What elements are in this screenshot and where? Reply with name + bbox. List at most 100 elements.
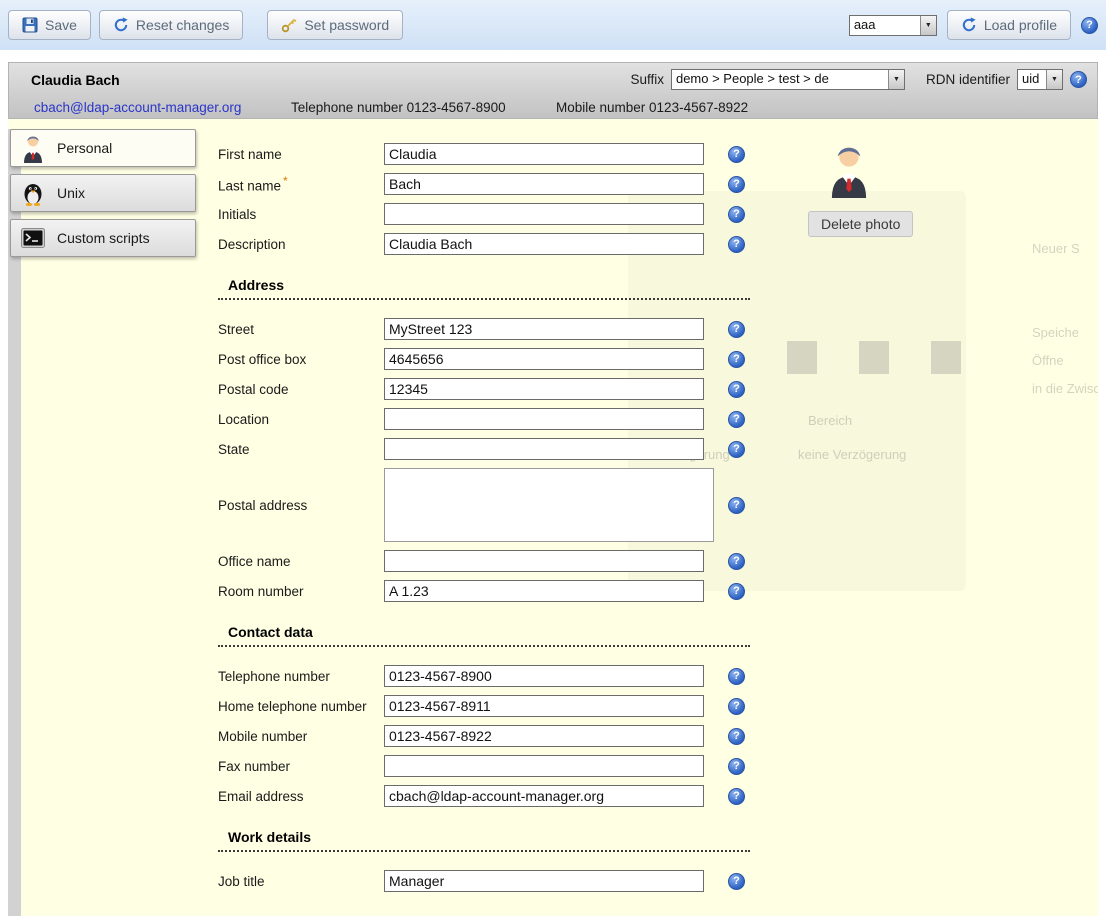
person-icon	[19, 134, 47, 162]
delete-photo-button[interactable]: Delete photo	[808, 211, 913, 237]
field-row: Room number ?	[218, 580, 778, 602]
help-icon[interactable]: ?	[728, 411, 745, 428]
help-icon[interactable]: ?	[728, 351, 745, 368]
field-row: Initials ?	[218, 203, 778, 225]
field-row: Fax number ?	[218, 755, 778, 777]
email-address-input[interactable]	[384, 785, 704, 807]
help-icon[interactable]: ?	[728, 728, 745, 745]
first-name-label: First name	[218, 147, 384, 162]
room-number-label: Room number	[218, 584, 384, 599]
field-row: Mobile number ?	[218, 725, 778, 747]
telephone-input[interactable]	[384, 665, 704, 687]
office-name-input[interactable]	[384, 550, 704, 572]
profile-select-value: aaa	[850, 16, 920, 35]
tab-unix[interactable]: Unix	[10, 174, 196, 212]
set-password-button[interactable]: Set password	[267, 10, 403, 40]
field-row: State ?	[218, 438, 778, 460]
help-icon[interactable]: ?	[728, 583, 745, 600]
home-telephone-input[interactable]	[384, 695, 704, 717]
field-row: Location ?	[218, 408, 778, 430]
description-input[interactable]	[384, 233, 704, 255]
personal-form: First name ? Last name* ? Initials ? Des…	[218, 143, 778, 900]
post-office-box-input[interactable]	[384, 348, 704, 370]
fax-number-input[interactable]	[384, 755, 704, 777]
tab-label: Custom scripts	[57, 230, 150, 246]
email-address-label: Email address	[218, 789, 384, 804]
postal-code-input[interactable]	[384, 378, 704, 400]
tab-custom-scripts[interactable]: Custom scripts	[10, 219, 196, 257]
tux-icon	[19, 179, 47, 207]
suffix-select-value: demo > People > test > de	[672, 70, 888, 89]
header-mobile: Mobile number 0123-4567-8922	[556, 100, 748, 115]
help-icon[interactable]: ?	[728, 321, 745, 338]
work-details-section-title: Work details	[218, 829, 750, 852]
profile-select[interactable]: aaa ▼	[849, 15, 937, 36]
suffix-label: Suffix	[630, 72, 664, 87]
main-content: Bereich Verzögerung keine Verzögerung Hi…	[8, 119, 1098, 916]
post-office-box-label: Post office box	[218, 352, 384, 367]
help-icon[interactable]: ?	[728, 441, 745, 458]
job-title-input[interactable]	[384, 870, 704, 892]
help-icon[interactable]: ?	[728, 236, 745, 253]
chevron-down-icon: ▼	[920, 16, 936, 35]
help-icon[interactable]: ?	[728, 788, 745, 805]
state-input[interactable]	[384, 438, 704, 460]
help-icon[interactable]: ?	[728, 553, 745, 570]
location-label: Location	[218, 412, 384, 427]
page-title: Claudia Bach	[31, 72, 120, 88]
suffix-select[interactable]: demo > People > test > de ▼	[671, 69, 905, 90]
help-icon[interactable]: ?	[728, 668, 745, 685]
field-row: Email address ?	[218, 785, 778, 807]
field-row: Office name ?	[218, 550, 778, 572]
tab-personal[interactable]: Personal	[10, 129, 196, 167]
postal-address-label: Postal address	[218, 498, 384, 513]
reset-icon	[113, 17, 129, 33]
location-input[interactable]	[384, 408, 704, 430]
key-icon	[281, 17, 297, 33]
tab-label: Personal	[57, 140, 112, 156]
save-button[interactable]: Save	[8, 10, 91, 40]
help-icon[interactable]: ?	[728, 497, 745, 514]
field-row: Telephone number ?	[218, 665, 778, 687]
email-link[interactable]: cbach@ldap-account-manager.org	[34, 100, 291, 115]
header-telephone: Telephone number 0123-4567-8900	[291, 100, 556, 115]
reset-changes-button[interactable]: Reset changes	[99, 10, 243, 40]
office-name-label: Office name	[218, 554, 384, 569]
header-info-row: cbach@ldap-account-manager.org Telephone…	[9, 96, 1097, 119]
help-icon[interactable]: ?	[728, 758, 745, 775]
load-profile-icon	[961, 17, 977, 33]
last-name-input[interactable]	[384, 173, 704, 195]
save-label: Save	[45, 17, 77, 33]
help-icon[interactable]: ?	[728, 206, 745, 223]
rdn-select[interactable]: uid ▼	[1017, 69, 1063, 90]
postal-address-textarea[interactable]	[384, 468, 714, 542]
initials-input[interactable]	[384, 203, 704, 225]
account-header: Claudia Bach Suffix demo > People > test…	[8, 62, 1098, 119]
floppy-icon	[22, 17, 38, 33]
address-section-title: Address	[218, 277, 750, 300]
load-profile-label: Load profile	[984, 17, 1057, 33]
rdn-select-value: uid	[1018, 70, 1046, 89]
first-name-input[interactable]	[384, 143, 704, 165]
reset-changes-label: Reset changes	[136, 17, 229, 33]
chevron-down-icon: ▼	[888, 70, 904, 89]
tab-label: Unix	[57, 185, 85, 201]
mobile-number-input[interactable]	[384, 725, 704, 747]
help-icon[interactable]: ?	[728, 176, 745, 193]
help-icon[interactable]: ?	[728, 873, 745, 890]
street-label: Street	[218, 322, 384, 337]
help-icon[interactable]: ?	[1081, 17, 1098, 34]
job-title-label: Job title	[218, 874, 384, 889]
photo-area: Delete photo	[808, 141, 938, 237]
room-number-input[interactable]	[384, 580, 704, 602]
street-input[interactable]	[384, 318, 704, 340]
help-icon[interactable]: ?	[1070, 71, 1087, 88]
help-icon[interactable]: ?	[728, 381, 745, 398]
help-icon[interactable]: ?	[728, 698, 745, 715]
state-label: State	[218, 442, 384, 457]
terminal-icon	[19, 224, 47, 252]
help-icon[interactable]: ?	[728, 146, 745, 163]
load-profile-button[interactable]: Load profile	[947, 10, 1071, 40]
user-photo	[826, 141, 938, 201]
initials-label: Initials	[218, 207, 384, 222]
